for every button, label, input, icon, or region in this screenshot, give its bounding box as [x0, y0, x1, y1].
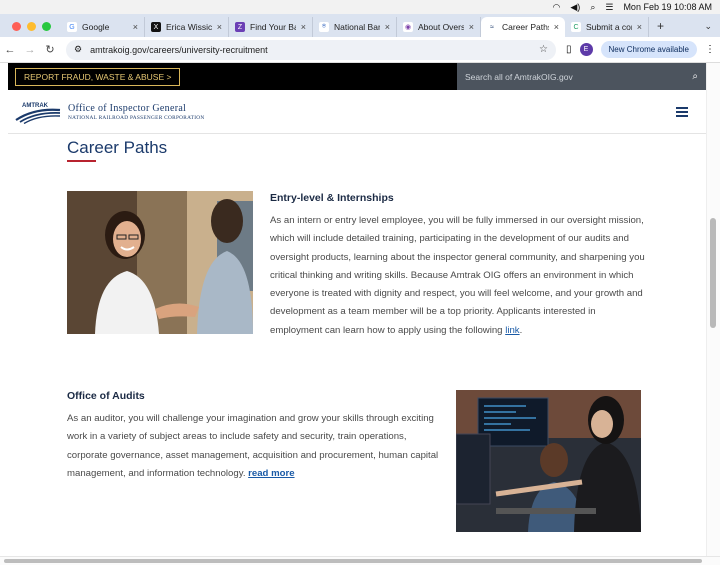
minimize-window-button[interactable]: [27, 22, 36, 31]
bookmark-star-icon[interactable]: ☆: [539, 44, 548, 55]
tab-favicon-icon: G: [67, 22, 77, 32]
search-icon[interactable]: ⌕: [692, 71, 698, 82]
zoom-window-button[interactable]: [42, 22, 51, 31]
amtrak-oig-logo[interactable]: AMTRAK Office of Inspector General NATIO…: [14, 100, 205, 124]
close-window-button[interactable]: [12, 22, 21, 31]
browser-tab[interactable]: Z Find Your Ban ×: [229, 17, 313, 37]
site-utility-bar: REPORT FRAUD, WASTE & ABUSE > Search all…: [8, 63, 706, 90]
vertical-scrollbar-thumb[interactable]: [710, 218, 716, 328]
forward-icon[interactable]: →: [20, 44, 40, 56]
tab-favicon-icon: ⍟: [319, 22, 329, 32]
handshake-photo: [67, 191, 253, 334]
profile-avatar[interactable]: E: [579, 43, 593, 56]
entry-level-section: Entry-level & Internships As an intern o…: [270, 192, 650, 340]
tab-favicon-icon: Z: [235, 22, 245, 32]
svg-text:AMTRAK: AMTRAK: [22, 103, 49, 109]
tab-favicon-icon: C: [571, 22, 581, 32]
horizontal-scrollbar[interactable]: [0, 556, 720, 565]
browser-tab[interactable]: ◉ About Oversig ×: [397, 17, 481, 37]
page-title: Career Paths: [67, 138, 168, 157]
entry-level-text: As an intern or entry level employee, yo…: [270, 215, 645, 336]
entry-level-title: Entry-level & Internships: [270, 192, 394, 204]
tab-title: Submit a comp: [586, 22, 632, 32]
tab-favicon-icon: X: [151, 22, 161, 32]
tab-favicon-icon: ≈: [487, 22, 497, 32]
browser-tab[interactable]: ≈ Career Paths ×: [481, 17, 565, 37]
back-icon[interactable]: ←: [0, 44, 20, 56]
amtrak-logo-mark: AMTRAK: [15, 103, 61, 124]
browser-tab[interactable]: X Erica Wissick ×: [145, 17, 229, 37]
menubar-clock[interactable]: Mon Feb 19 10:08 AM: [623, 2, 712, 12]
office-of-audits-section: Office of Audits As an auditor, you will…: [67, 390, 447, 483]
office-of-audits-title: Office of Audits: [67, 390, 145, 402]
tab-title: Google: [82, 22, 110, 32]
horizontal-scrollbar-thumb[interactable]: [4, 559, 702, 563]
browser-tab[interactable]: C Submit a comp ×: [565, 17, 649, 37]
tabs: G Google × X Erica Wissick × Z Find Your Ban × ⍟ N…: [61, 17, 649, 37]
browser-tab[interactable]: G Google ×: [61, 17, 145, 37]
address-bar[interactable]: ⚙ amtrakoig.gov/careers/university-recru…: [66, 39, 556, 60]
volume-icon[interactable]: ◀): [570, 2, 580, 13]
address-url[interactable]: amtrakoig.gov/careers/university-recruit…: [90, 45, 268, 55]
close-tab-icon[interactable]: ×: [301, 22, 306, 32]
reload-icon[interactable]: ↻: [40, 43, 60, 56]
chrome-menu-icon[interactable]: ⋮: [705, 44, 715, 55]
apply-link[interactable]: link: [505, 325, 519, 336]
tab-strip: G Google × X Erica Wissick × Z Find Your Ban × ⍟ N…: [0, 14, 720, 37]
tab-search-button[interactable]: ⌄: [696, 21, 720, 37]
browser-tab[interactable]: ⍟ National Bank ×: [313, 17, 397, 37]
new-chrome-available-button[interactable]: New Chrome available: [600, 41, 697, 58]
close-tab-icon[interactable]: ×: [469, 22, 474, 32]
browser-toolbar: ← → ↻ ⚙ amtrakoig.gov/careers/university…: [0, 37, 720, 63]
site-search-placeholder: Search all of AmtrakOIG.gov: [465, 71, 573, 82]
vertical-scrollbar[interactable]: [706, 63, 720, 556]
entry-level-body: As an intern or entry level employee, yo…: [270, 212, 650, 340]
macos-menubar: ◠ ◀) ⌕ ☰ Mon Feb 19 10:08 AM: [0, 0, 720, 14]
side-panel-icon[interactable]: ▯: [566, 44, 572, 55]
new-tab-button[interactable]: +: [649, 19, 672, 37]
control-center-icon[interactable]: ☰: [605, 2, 613, 13]
window-controls: [0, 22, 61, 37]
close-tab-icon[interactable]: ×: [217, 22, 222, 32]
page-content: Career Paths Entry-level & Internships A…: [8, 134, 706, 556]
entry-level-period: .: [519, 324, 523, 336]
org-subtitle: NATIONAL RAILROAD PASSENGER CORPORATION: [68, 114, 205, 121]
close-tab-icon[interactable]: ×: [133, 22, 138, 32]
tab-title: National Bank: [334, 22, 380, 32]
auditors-computer-photo: [456, 390, 641, 532]
tab-title: Erica Wissick: [166, 22, 212, 32]
spotlight-search-icon[interactable]: ⌕: [590, 2, 595, 13]
site-info-icon[interactable]: ⚙: [74, 44, 82, 55]
close-tab-icon[interactable]: ×: [385, 22, 390, 32]
close-tab-icon[interactable]: ×: [637, 22, 642, 32]
org-name: Office of Inspector General: [68, 102, 187, 114]
tab-title: Find Your Ban: [250, 22, 296, 32]
wifi-icon[interactable]: ◠: [553, 2, 561, 13]
site-brand-bar: AMTRAK Office of Inspector General NATIO…: [8, 90, 706, 134]
tab-title: Career Paths: [502, 22, 549, 32]
close-tab-icon[interactable]: ×: [554, 22, 559, 32]
tab-favicon-icon: ◉: [403, 22, 413, 32]
title-underline: [67, 160, 96, 162]
office-of-audits-body: As an auditor, you will challenge your i…: [67, 410, 447, 483]
tab-title: About Oversig: [418, 22, 464, 32]
report-fraud-button[interactable]: REPORT FRAUD, WASTE & ABUSE >: [15, 67, 181, 86]
site-search-input[interactable]: Search all of AmtrakOIG.gov ⌕: [457, 63, 706, 90]
read-more-link[interactable]: read more: [248, 468, 294, 479]
hamburger-menu-icon[interactable]: [676, 106, 688, 117]
